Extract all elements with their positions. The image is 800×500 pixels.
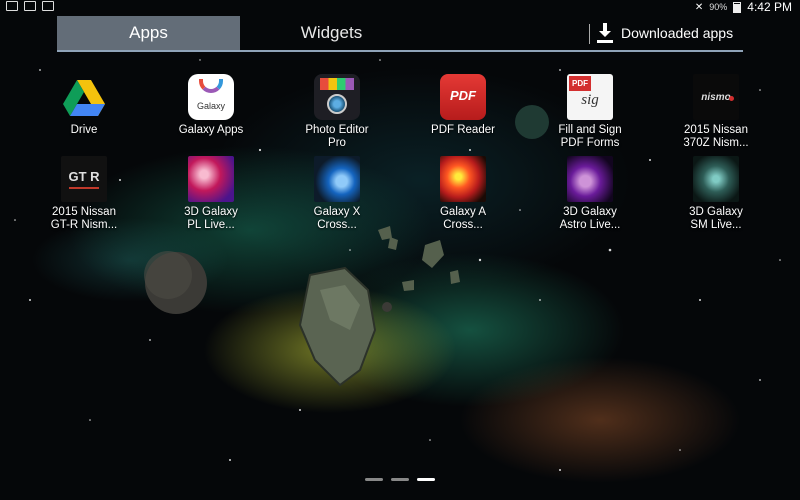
galaxy-astro-icon: [567, 156, 613, 202]
pdf-reader-icon-text: PDF: [450, 88, 476, 103]
page-indicator: [365, 478, 435, 481]
app-fill-and-sign[interactable]: PDF sig Fill and Sign PDF Forms: [535, 74, 645, 150]
apps-tab-bar: Apps Widgets Downloaded apps: [57, 16, 743, 52]
page-dot-3[interactable]: [417, 478, 435, 481]
app-label: 3D Galaxy: [689, 206, 743, 218]
fill-sign-icon: PDF sig: [567, 74, 613, 120]
galaxy-x-icon: [314, 156, 360, 202]
galaxy-apps-icon-text: Galaxy: [196, 101, 225, 111]
app-label-2: Cross...: [443, 219, 483, 231]
app-label-2: SM Live...: [690, 219, 742, 231]
clock: 4:42 PM: [747, 0, 792, 14]
battery-percent: 90%: [709, 2, 728, 12]
cast-icon: [42, 1, 54, 11]
app-label: 2015 Nissan: [52, 206, 116, 218]
tab-widgets-label: Widgets: [300, 23, 363, 42]
downloaded-apps-label: Downloaded apps: [621, 25, 734, 41]
app-drive[interactable]: Drive: [29, 74, 139, 137]
app-nissan-gtr[interactable]: GT R 2015 Nissan GT-R Nism...: [29, 156, 139, 232]
app-label: 3D Galaxy: [563, 206, 617, 218]
app-3d-galaxy-sm[interactable]: 3D Galaxy SM Live...: [661, 156, 771, 232]
app-label-2: 370Z Nism...: [683, 137, 749, 149]
app-label-2: GT-R Nism...: [50, 219, 118, 231]
app-label-2: Astro Live...: [559, 219, 621, 231]
gtr-icon-text: GT R: [68, 169, 100, 184]
mute-icon: ✕: [694, 1, 704, 13]
drive-icon: [61, 74, 107, 120]
notification-icon: [24, 1, 36, 11]
photo-editor-icon: [314, 74, 360, 120]
downloaded-apps-button[interactable]: Downloaded apps: [597, 16, 733, 50]
app-label: 2015 Nissan: [684, 124, 748, 136]
app-label-2: PDF Forms: [560, 137, 620, 149]
app-pdf-reader[interactable]: PDF PDF Reader: [408, 74, 518, 137]
app-label-2: Pro: [328, 137, 346, 149]
app-3d-galaxy-astro[interactable]: 3D Galaxy Astro Live...: [535, 156, 645, 232]
screen-mirroring-icon: [6, 1, 18, 11]
app-label: 3D Galaxy: [184, 206, 238, 218]
fill-sign-sig-text: sig: [581, 92, 599, 108]
app-galaxy-apps[interactable]: Galaxy Galaxy Apps: [156, 74, 266, 137]
app-label-2: Cross...: [317, 219, 357, 231]
page-dot-1[interactable]: [365, 478, 383, 481]
app-3d-galaxy-pl[interactable]: 3D Galaxy PL Live...: [156, 156, 266, 232]
app-label: Galaxy X: [313, 206, 361, 218]
app-nissan-370z[interactable]: nismo 2015 Nissan 370Z Nism...: [661, 74, 771, 150]
app-label: PDF Reader: [431, 124, 495, 136]
pdf-reader-icon: PDF: [440, 74, 486, 120]
tab-apps[interactable]: Apps: [57, 16, 240, 50]
nismo-icon: nismo: [693, 74, 739, 120]
battery-icon: [733, 1, 742, 13]
app-label: Drive: [70, 124, 98, 136]
app-label: Fill and Sign: [558, 124, 622, 136]
app-photo-editor-pro[interactable]: Photo Editor Pro: [282, 74, 392, 150]
page-dot-2[interactable]: [391, 478, 409, 481]
tab-widgets[interactable]: Widgets: [240, 16, 423, 50]
app-label-2: PL Live...: [187, 219, 235, 231]
app-galaxy-a-cross[interactable]: Galaxy A Cross...: [408, 156, 518, 232]
gtr-icon: GT R: [61, 156, 107, 202]
galaxy-a-icon: [440, 156, 486, 202]
app-label: Photo Editor: [305, 124, 369, 136]
app-galaxy-x-cross[interactable]: Galaxy X Cross...: [282, 156, 392, 232]
status-bar: ✕ 90% 4:42 PM: [0, 0, 800, 14]
download-icon: [597, 23, 613, 43]
tab-divider: [589, 24, 590, 44]
tab-apps-label: Apps: [129, 23, 168, 42]
fill-sign-pdf-tag: PDF: [569, 76, 591, 91]
galaxy-apps-icon: Galaxy: [188, 74, 234, 120]
galaxy-sm-icon: [693, 156, 739, 202]
app-label: Galaxy A: [439, 206, 487, 218]
app-label: Galaxy Apps: [178, 124, 244, 136]
galaxy-pl-icon: [188, 156, 234, 202]
